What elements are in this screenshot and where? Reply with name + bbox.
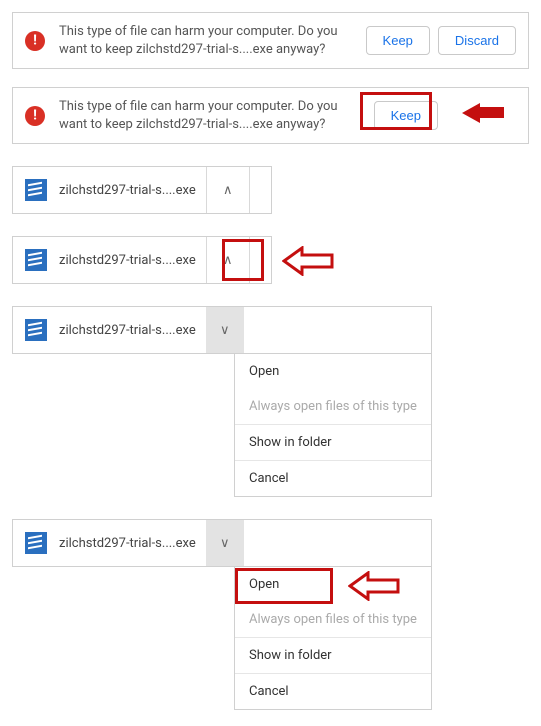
download-item: zilchstd297-trial-s....exe ∧ [12,236,272,284]
chevron-down-icon: ∨ [220,536,230,551]
file-icon [25,319,47,341]
warning-text: This type of file can harm your computer… [59,23,358,58]
menu-open[interactable]: Open [235,567,431,602]
download-menu-toggle[interactable]: ∨ [206,520,244,566]
download-filename: zilchstd297-trial-s....exe [59,307,206,353]
annotation-arrow-icon [282,246,338,276]
warning-icon [25,106,45,126]
discard-button[interactable]: Discard [438,26,516,55]
download-filename: zilchstd297-trial-s....exe [59,167,206,213]
download-warning-bar: This type of file can harm your computer… [12,87,529,144]
download-item: zilchstd297-trial-s....exe ∨ [12,519,432,567]
file-icon [25,249,47,271]
download-item: zilchstd297-trial-s....exe ∨ [12,306,432,354]
chevron-up-icon: ∧ [223,183,233,198]
warning-icon [25,31,45,51]
file-icon [25,179,47,201]
download-context-menu: Open Always open files of this type Show… [234,567,432,710]
download-warning-bar: This type of file can harm your computer… [12,12,529,69]
file-icon [25,532,47,554]
menu-open[interactable]: Open [235,354,431,389]
keep-button[interactable]: Keep [374,101,438,130]
download-context-menu: Open Always open files of this type Show… [234,354,432,497]
download-filename: zilchstd297-trial-s....exe [59,520,206,566]
keep-button[interactable]: Keep [366,26,430,55]
download-menu-toggle[interactable]: ∨ [206,307,244,353]
download-menu-toggle[interactable]: ∧ [206,237,250,283]
menu-cancel[interactable]: Cancel [235,673,431,709]
download-menu-toggle[interactable]: ∧ [206,167,250,213]
menu-cancel[interactable]: Cancel [235,460,431,496]
warning-text: This type of file can harm your computer… [59,98,366,133]
menu-always-open: Always open files of this type [235,602,431,637]
chevron-down-icon: ∨ [220,323,230,338]
menu-always-open: Always open files of this type [235,389,431,424]
download-filename: zilchstd297-trial-s....exe [59,237,206,283]
chevron-up-icon: ∧ [223,253,233,268]
menu-show-in-folder[interactable]: Show in folder [235,424,431,460]
download-item: zilchstd297-trial-s....exe ∧ [12,166,272,214]
